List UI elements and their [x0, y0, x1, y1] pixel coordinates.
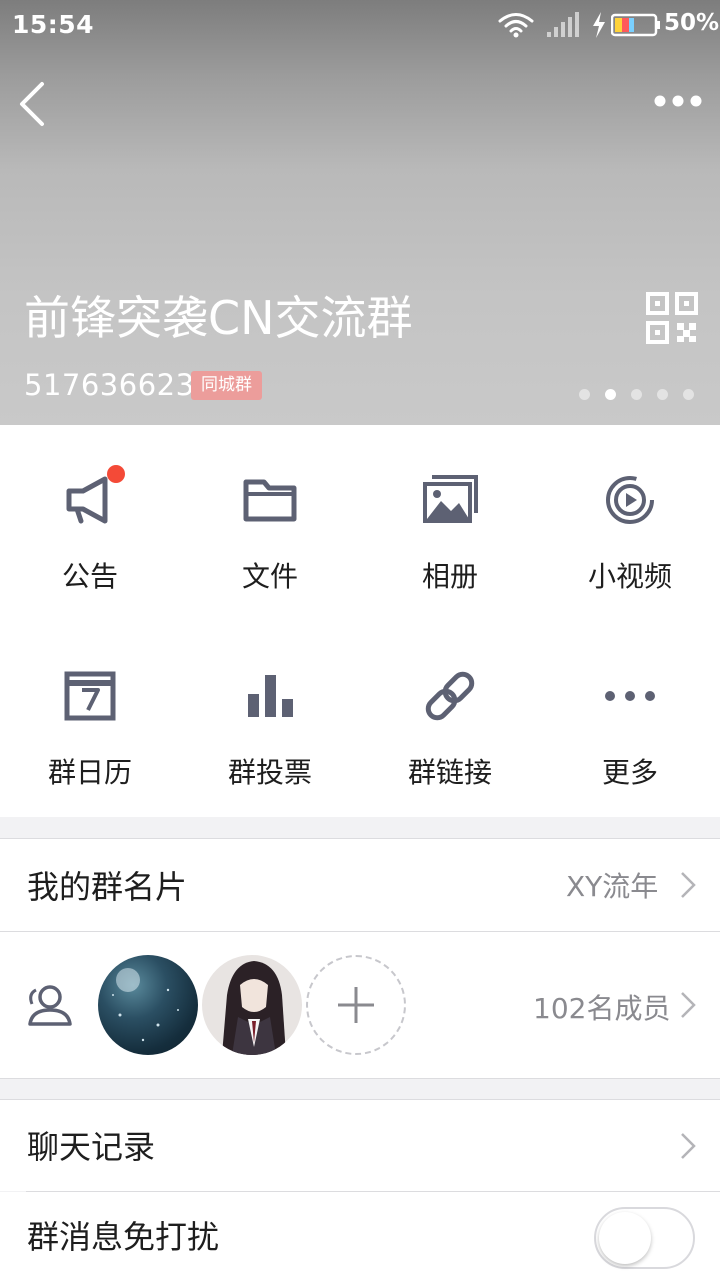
group-name: 前锋突袭CN交流群 [24, 291, 413, 345]
chevron-right-icon [681, 872, 696, 898]
feature-vote[interactable]: 群投票 [180, 621, 360, 817]
page-dot [683, 389, 694, 400]
member-avatar[interactable] [202, 955, 302, 1055]
more-dots-icon [605, 691, 655, 701]
my-group-card-row[interactable]: 我的群名片 XY流年 [0, 838, 720, 931]
divider [0, 1078, 720, 1079]
avatar-image [222, 961, 286, 1055]
chevron-right-icon [681, 1133, 696, 1159]
feature-label: 公告 [61, 560, 118, 593]
link-icon [425, 671, 475, 721]
page-dot-active [605, 389, 616, 400]
feature-label: 群投票 [227, 756, 312, 789]
row-title: 聊天记录 [27, 1128, 156, 1166]
row-title: 我的群名片 [27, 868, 188, 906]
avatar-image [112, 968, 179, 1042]
member-count: 102名成员 [533, 992, 671, 1025]
group-header: 15:54 50% 前锋突袭CN交流群 517636623 同城群 [0, 0, 720, 425]
plus-icon [338, 987, 374, 1023]
status-time: 15:54 [12, 10, 95, 39]
bar-chart-icon [248, 675, 293, 717]
row-title: 群消息免打扰 [27, 1218, 220, 1256]
feature-album[interactable]: 相册 [360, 425, 540, 621]
feature-label: 小视频 [587, 560, 672, 593]
feature-label: 群日历 [47, 756, 132, 789]
feature-more[interactable]: 更多 [540, 621, 720, 817]
feature-grid: 公告 文件 相册 小视频 群日历 群投票 群链接 更多 [0, 425, 720, 817]
group-settings-screen: 15:54 50% 前锋突袭CN交流群 517636623 同城群 公告 文件 … [0, 0, 720, 1280]
group-id: 517636623 [24, 368, 195, 402]
feature-label: 文件 [241, 560, 298, 593]
back-button[interactable] [10, 76, 60, 132]
qr-code-button[interactable] [646, 292, 698, 344]
video-play-icon [606, 476, 654, 524]
feature-label: 相册 [421, 560, 478, 593]
wifi-icon [498, 13, 534, 38]
city-group-badge: 同城群 [191, 371, 262, 400]
member-avatar[interactable] [98, 955, 198, 1055]
folder-icon [243, 479, 297, 522]
feature-link[interactable]: 群链接 [360, 621, 540, 817]
battery-icon [611, 13, 660, 37]
chevron-right-icon [681, 992, 696, 1018]
toggle-knob [599, 1212, 651, 1264]
calendar-icon [64, 671, 116, 721]
members-icon [28, 985, 72, 1026]
divider [0, 838, 720, 839]
page-dot [579, 389, 590, 400]
battery-percent: 50% [664, 10, 720, 36]
feature-calendar[interactable]: 群日历 [0, 621, 180, 817]
page-dot [657, 389, 668, 400]
status-bar: 15:54 50% [0, 0, 720, 50]
card-nickname: XY流年 [566, 870, 659, 903]
feature-label: 群链接 [407, 756, 492, 789]
feature-short-video[interactable]: 小视频 [540, 425, 720, 621]
photo-album-icon [423, 475, 478, 523]
add-member-button[interactable] [306, 955, 406, 1055]
mute-toggle[interactable] [594, 1207, 695, 1269]
page-dot [631, 389, 642, 400]
chat-history-row[interactable]: 聊天记录 [0, 1100, 720, 1191]
feature-label: 更多 [601, 756, 658, 789]
feature-announcement[interactable]: 公告 [0, 425, 180, 621]
feature-files[interactable]: 文件 [180, 425, 360, 621]
more-options-button[interactable] [648, 86, 708, 116]
notification-dot [107, 465, 125, 483]
signal-icon [547, 12, 579, 37]
charging-icon [593, 12, 605, 38]
